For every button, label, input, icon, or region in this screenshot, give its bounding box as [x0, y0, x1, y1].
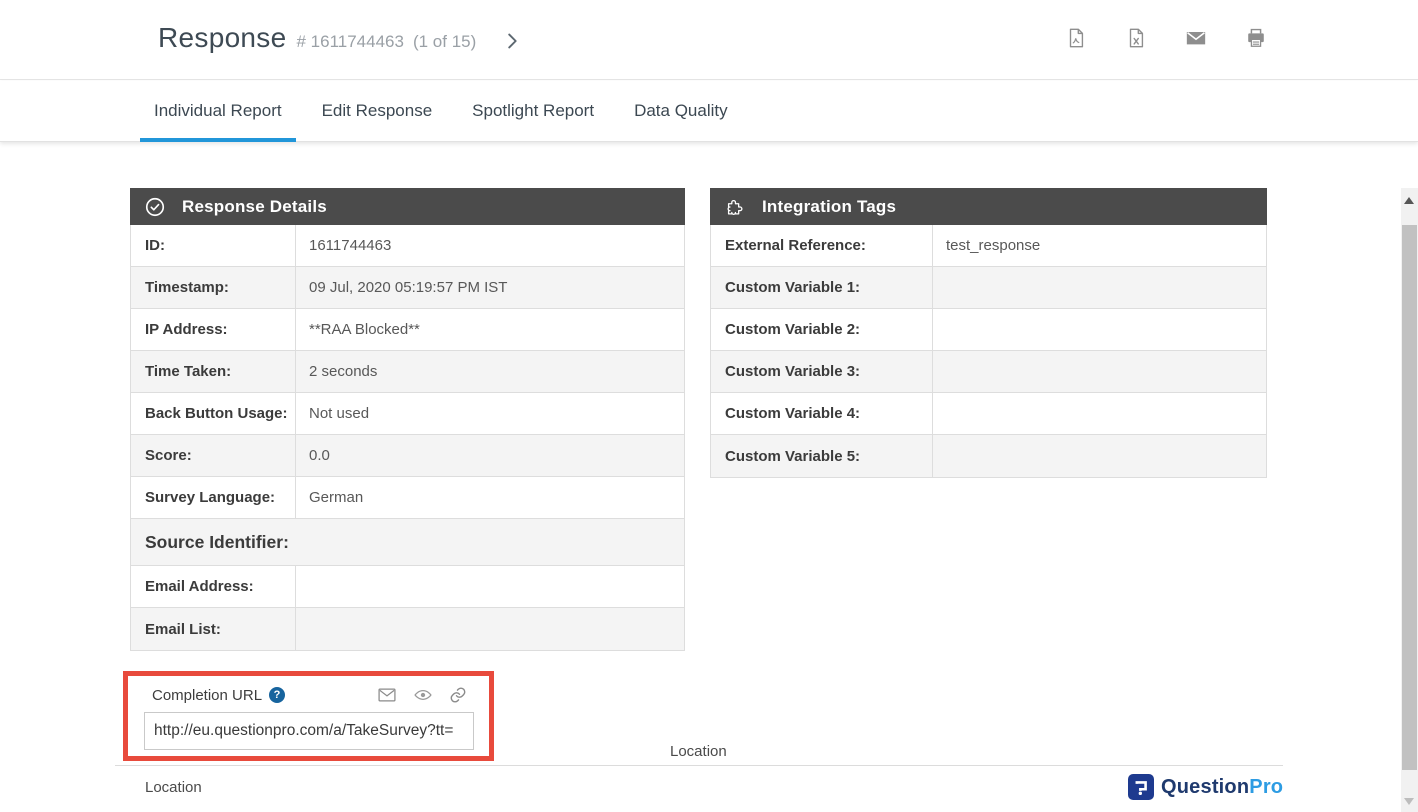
table-row: Survey Language: German	[131, 477, 684, 519]
email-icon[interactable]	[1185, 27, 1207, 49]
source-identifier-row: Source Identifier:	[131, 519, 684, 566]
pdf-export-icon[interactable]	[1065, 27, 1087, 49]
row-label: Timestamp:	[131, 267, 296, 308]
completion-url-highlight: Completion URL ?	[123, 671, 494, 761]
row-label: Score:	[131, 435, 296, 476]
scrollbar-up-arrow[interactable]	[1404, 197, 1414, 204]
row-label: Custom Variable 2:	[711, 309, 933, 350]
row-value	[296, 566, 684, 607]
scrollbar[interactable]	[1401, 188, 1418, 812]
table-row: IP Address: **RAA Blocked**	[131, 309, 684, 351]
integration-tags-header: Integration Tags	[710, 188, 1267, 225]
table-row: Custom Variable 5:	[711, 435, 1266, 477]
eye-icon[interactable]	[413, 685, 433, 705]
row-value: 1611744463	[296, 225, 684, 266]
header-actions	[1065, 27, 1267, 49]
row-value: **RAA Blocked**	[296, 309, 684, 350]
row-value: 09 Jul, 2020 05:19:57 PM IST	[296, 267, 684, 308]
completion-url-actions	[377, 685, 467, 705]
section-divider	[115, 765, 1283, 766]
panel-title: Integration Tags	[762, 197, 896, 217]
row-value	[933, 393, 1266, 434]
tab-spotlight-report[interactable]: Spotlight Report	[458, 81, 608, 141]
page-title: Response	[158, 22, 286, 54]
row-value: Not used	[296, 393, 684, 434]
table-row: ID: 1611744463	[131, 225, 684, 267]
scrollbar-down-arrow[interactable]	[1404, 798, 1414, 805]
completion-url-header: Completion URL ?	[152, 683, 467, 707]
table-row: Time Taken: 2 seconds	[131, 351, 684, 393]
response-details-panel: Response Details ID: 1611744463 Timestam…	[130, 188, 685, 651]
questionpro-logo-text: QuestionPro	[1161, 776, 1283, 799]
check-circle-icon	[144, 196, 166, 218]
integration-tags-panel: Integration Tags External Reference: tes…	[710, 188, 1267, 478]
response-details-table: ID: 1611744463 Timestamp: 09 Jul, 2020 0…	[130, 225, 685, 651]
brand-text-question: Question	[1161, 776, 1249, 798]
panel-title: Response Details	[182, 197, 327, 217]
table-row: Score: 0.0	[131, 435, 684, 477]
row-value	[933, 435, 1266, 477]
row-label: Custom Variable 1:	[711, 267, 933, 308]
send-email-icon[interactable]	[377, 685, 397, 705]
title-wrap: Response # 1611744463 (1 of 15)	[158, 22, 476, 54]
excel-export-icon[interactable]	[1125, 27, 1147, 49]
app-header: Response # 1611744463 (1 of 15)	[0, 0, 1418, 80]
row-label: Survey Language:	[131, 477, 296, 518]
row-label: Email Address:	[131, 566, 296, 607]
questionpro-logo-icon	[1128, 774, 1154, 800]
row-value	[933, 309, 1266, 350]
tab-individual-report[interactable]: Individual Report	[140, 81, 296, 141]
table-row: Email List:	[131, 608, 684, 650]
table-row: Custom Variable 4:	[711, 393, 1266, 435]
next-response-button[interactable]	[501, 30, 523, 52]
chevron-right-icon	[501, 30, 523, 52]
help-icon[interactable]: ?	[269, 687, 285, 703]
row-label: Custom Variable 5:	[711, 435, 933, 477]
response-id: # 1611744463	[296, 32, 403, 52]
questionpro-logo[interactable]: QuestionPro	[1128, 774, 1283, 800]
row-value: test_response	[933, 225, 1266, 266]
table-row: Custom Variable 2:	[711, 309, 1266, 351]
brand-text-pro: Pro	[1249, 776, 1283, 798]
row-label: Time Taken:	[131, 351, 296, 392]
row-label: Custom Variable 4:	[711, 393, 933, 434]
tab-bar: Individual Report Edit Response Spotligh…	[0, 81, 1418, 142]
table-row: External Reference: test_response	[711, 225, 1266, 267]
scrollbar-thumb[interactable]	[1402, 225, 1417, 770]
link-icon[interactable]	[449, 686, 467, 704]
tab-data-quality[interactable]: Data Quality	[620, 81, 742, 141]
table-row: Back Button Usage: Not used	[131, 393, 684, 435]
row-value	[933, 351, 1266, 392]
print-icon[interactable]	[1245, 27, 1267, 49]
row-label: Email List:	[131, 608, 296, 650]
row-label: Custom Variable 3:	[711, 351, 933, 392]
response-details-header: Response Details	[130, 188, 685, 225]
completion-url-label: Completion URL	[152, 687, 262, 704]
table-row: Timestamp: 09 Jul, 2020 05:19:57 PM IST	[131, 267, 684, 309]
table-row: Custom Variable 1:	[711, 267, 1266, 309]
location-title-right: Location	[670, 743, 727, 760]
location-title-left: Location	[145, 779, 202, 796]
row-value	[296, 608, 684, 650]
row-label: External Reference:	[711, 225, 933, 266]
row-label: ID:	[131, 225, 296, 266]
response-position: (1 of 15)	[413, 32, 476, 52]
puzzle-icon	[724, 196, 746, 218]
row-value: German	[296, 477, 684, 518]
row-label: IP Address:	[131, 309, 296, 350]
integration-tags-table: External Reference: test_response Custom…	[710, 225, 1267, 478]
row-value: 2 seconds	[296, 351, 684, 392]
tabs: Individual Report Edit Response Spotligh…	[140, 81, 754, 141]
row-label: Back Button Usage:	[131, 393, 296, 434]
row-value	[933, 267, 1266, 308]
table-row: Custom Variable 3:	[711, 351, 1266, 393]
tab-edit-response[interactable]: Edit Response	[308, 81, 447, 141]
completion-url-input[interactable]	[144, 712, 474, 750]
row-value: 0.0	[296, 435, 684, 476]
table-row: Email Address:	[131, 566, 684, 608]
